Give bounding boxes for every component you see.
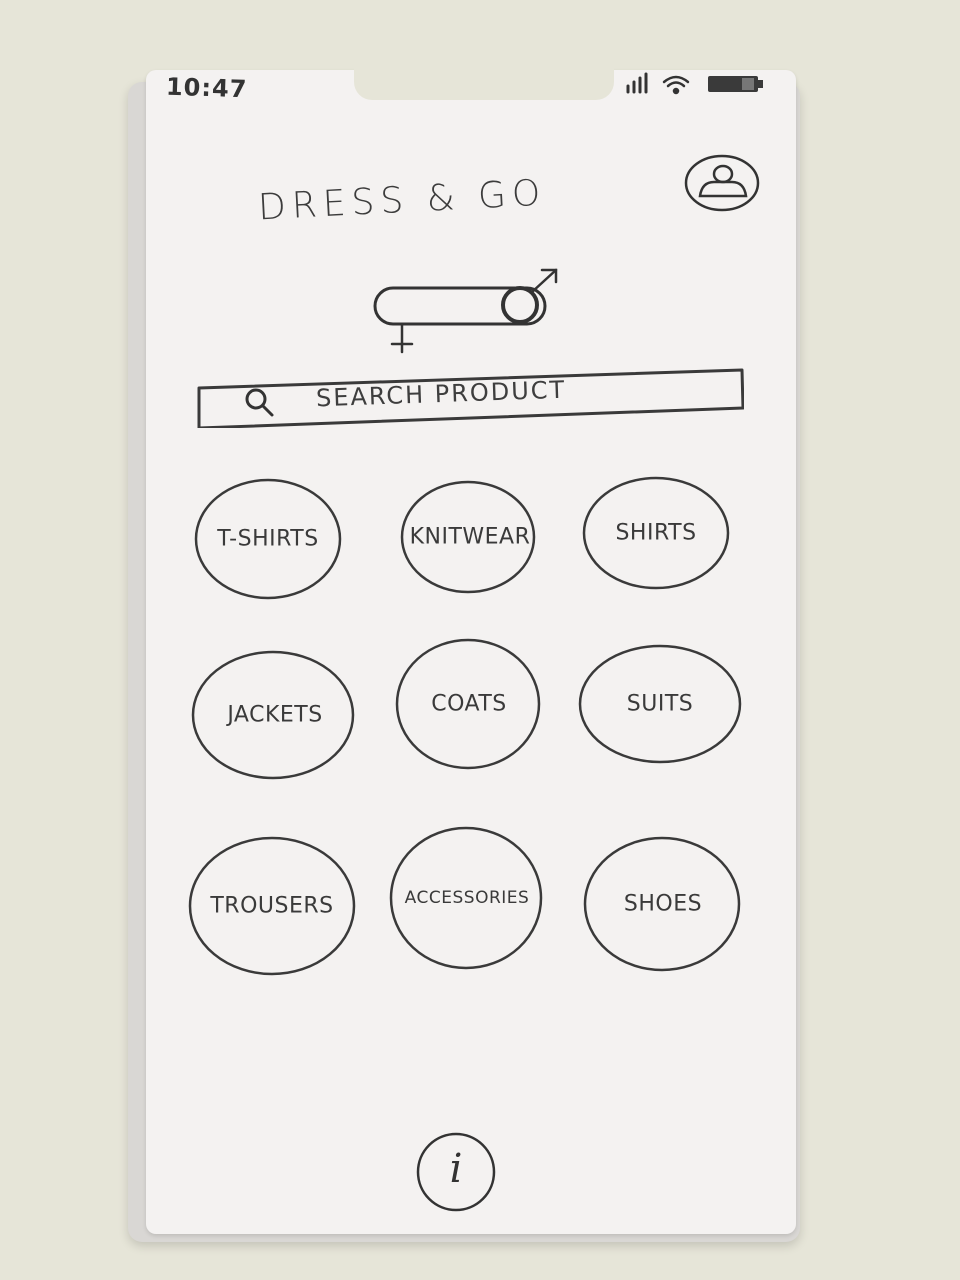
category-label: KNITWEAR [409,524,531,550]
profile-button[interactable] [682,152,764,214]
info-button[interactable]: i [414,1130,498,1214]
category-shirts[interactable]: SHIRTS [580,474,732,592]
info-glyph: i [449,1146,463,1192]
category-label: SHIRTS [615,520,697,546]
status-icons [622,70,772,98]
status-time: 10:47 [165,72,248,104]
category-accessories[interactable]: ACCESSORIES [388,824,546,972]
signal-bars-icon [626,72,648,94]
user-profile-icon [684,154,760,212]
category-coats[interactable]: COATS [394,636,544,772]
category-label: T-SHIRTS [217,526,319,552]
category-suits[interactable]: SUITS [576,642,744,766]
gender-toggle-icon [373,286,547,326]
category-trousers[interactable]: TROUSERS [186,834,358,978]
category-t-shirts[interactable]: T-SHIRTS [192,476,344,602]
category-label: SHOES [623,891,703,917]
category-jackets[interactable]: JACKETS [190,648,360,782]
category-shoes[interactable]: SHOES [582,834,744,974]
search-icon [245,388,274,417]
search-input[interactable]: SEARCH PRODUCT [196,366,744,428]
gender-toggle[interactable] [370,262,570,358]
category-label: ACCESSORIES [404,888,530,908]
female-symbol-icon [390,322,414,354]
category-knitwear[interactable]: KNITWEAR [398,478,542,596]
category-label: SUITS [626,691,694,717]
category-label: COATS [431,691,507,717]
male-symbol-icon [530,268,558,294]
category-label: TROUSERS [210,893,334,919]
wifi-icon [662,75,690,95]
battery-icon [708,76,763,92]
phone-notch [354,68,614,100]
category-label: JACKETS [227,702,323,728]
